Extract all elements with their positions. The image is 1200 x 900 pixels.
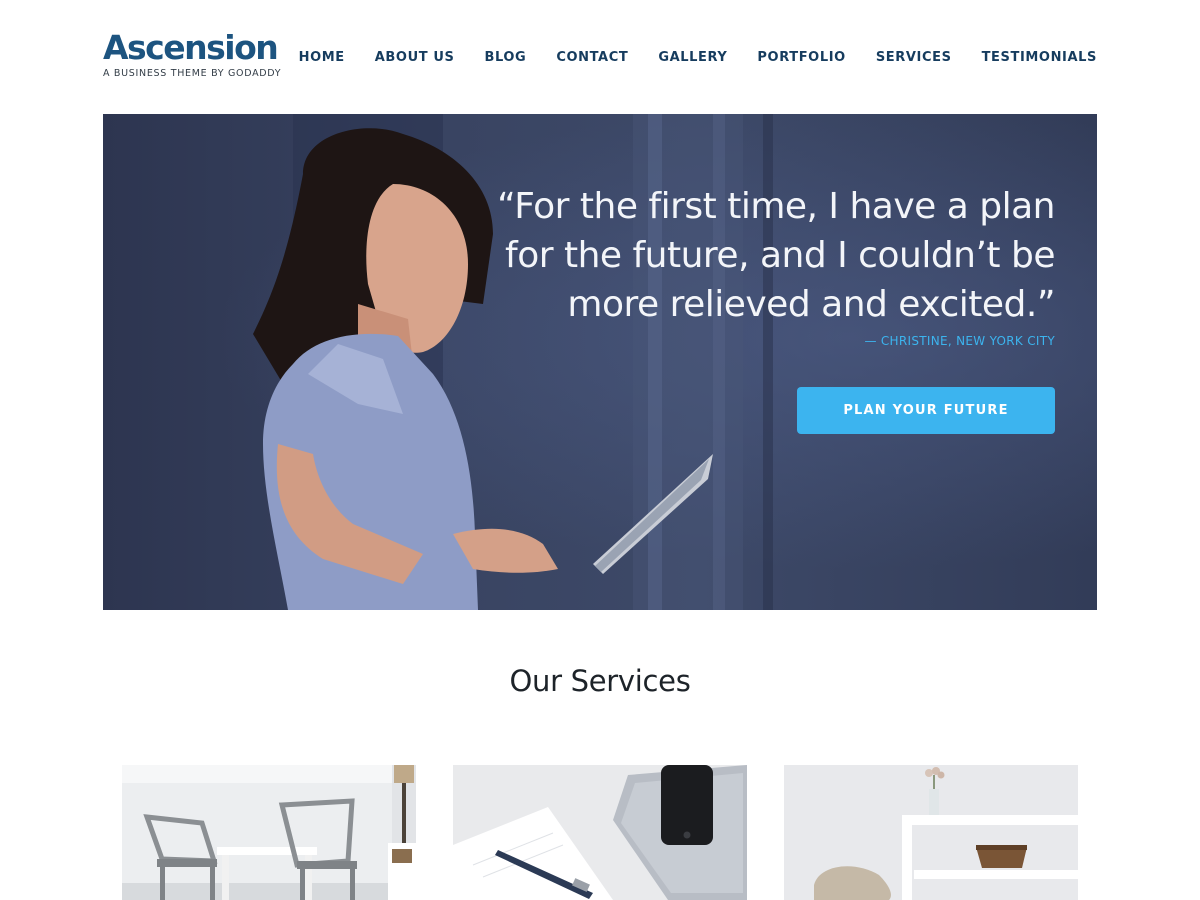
hero-quote-line-2: for the future, and I couldn’t be xyxy=(505,235,1055,276)
services-heading: Our Services xyxy=(509,664,691,698)
nav-item-testimonials[interactable]: TESTIMONIALS xyxy=(982,48,1097,68)
nav-item-blog[interactable]: BLOG xyxy=(484,48,526,68)
hero-testimonial-quote: “For the first time, I have a plan for t… xyxy=(435,182,1055,329)
nav-item-gallery[interactable]: GALLERY xyxy=(658,48,727,68)
hero-quote-line-1: “For the first time, I have a plan xyxy=(497,186,1055,227)
service-image-shelf xyxy=(784,765,1078,900)
nav-item-portfolio[interactable]: PORTFOLIO xyxy=(757,48,845,68)
site-tagline: A BUSINESS THEME BY GODADDY xyxy=(103,68,282,79)
service-image-chairs xyxy=(122,765,416,900)
service-card-image-desk[interactable] xyxy=(453,765,747,900)
site-title: Ascension xyxy=(103,28,279,67)
nav-item-home[interactable]: HOME xyxy=(299,48,345,68)
hero-attribution: — CHRISTINE, NEW YORK CITY xyxy=(864,334,1055,348)
site-header: Ascension A BUSINESS THEME BY GODADDY HO… xyxy=(0,0,1200,110)
plan-your-future-button[interactable]: PLAN YOUR FUTURE xyxy=(797,387,1055,434)
nav-item-services[interactable]: SERVICES xyxy=(876,48,952,68)
nav-item-about-us[interactable]: ABOUT US xyxy=(375,48,455,68)
hero-banner: “For the first time, I have a plan for t… xyxy=(103,114,1097,610)
service-card-image-chairs[interactable] xyxy=(122,765,416,900)
nav-item-contact[interactable]: CONTACT xyxy=(556,48,628,68)
site-logo[interactable]: Ascension A BUSINESS THEME BY GODADDY xyxy=(103,28,282,80)
service-image-desk xyxy=(453,765,747,900)
primary-nav: HOME ABOUT US BLOG CONTACT GALLERY PORTF… xyxy=(299,48,1097,68)
hero-quote-line-3: more relieved and excited.” xyxy=(567,284,1055,325)
service-card-image-shelf[interactable] xyxy=(784,765,1078,900)
